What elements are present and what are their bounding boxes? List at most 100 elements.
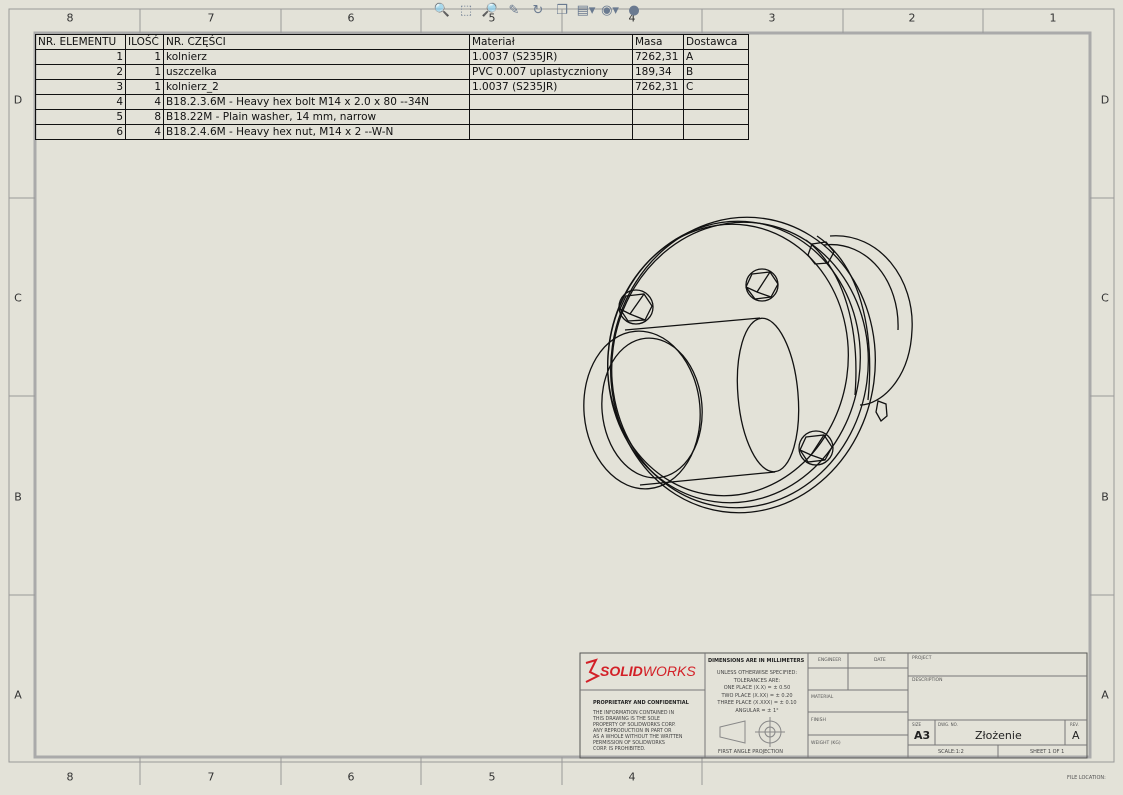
tol-line: ANGULAR = ± 1°: [735, 707, 779, 714]
zone-top-2: 2: [908, 11, 916, 25]
heads-up-view-toolbar: 🔍 ⬚ 🔎 ✎ ↻ ❐ ▤▾ ◉▾ ●: [432, 0, 644, 20]
bolt-head-3: [798, 430, 834, 466]
bom-material: 1.0037 (S235JR): [469, 79, 633, 95]
zone-right-d: D: [1100, 93, 1110, 107]
table-row: 6 4 B18.2.4.6M - Heavy hex nut, M14 x 2 …: [35, 124, 749, 140]
proprietary-text: THE INFORMATION CONTAINED IN THIS DRAWIN…: [593, 711, 682, 753]
zone-bottom-4: 4: [628, 770, 636, 784]
projection-label: FIRST ANGLE PROJECTION: [718, 749, 783, 755]
bom-header-part-no: NR. CZĘŚCI: [163, 34, 470, 50]
table-row: 4 4 B18.2.3.6M - Heavy hex bolt M14 x 2.…: [35, 94, 749, 110]
dwg-no-label: DWG. NO.: [938, 722, 958, 727]
scale-label: SCALE:1:2: [938, 749, 964, 755]
bom-material: 1.0037 (S235JR): [469, 49, 633, 65]
zone-top-6: 6: [347, 11, 355, 25]
dwg-no-value: Złożenie: [975, 729, 1022, 742]
description-label: DESCRIPTION: [912, 678, 943, 683]
zone-left-b: B: [14, 490, 22, 504]
bom-part-no: uszczelka: [163, 64, 470, 80]
sheet-label: SHEET 1 OF 1: [1030, 749, 1065, 755]
bom-qty: 4: [125, 124, 164, 140]
flange-rim-1: [805, 239, 857, 396]
zoom-in-out-icon[interactable]: 🔎: [480, 1, 500, 19]
finish-label: FINISH: [811, 718, 826, 723]
bom-part-no: B18.2.4.6M - Heavy hex nut, M14 x 2 --W-…: [163, 124, 470, 140]
bom-material: [469, 109, 633, 125]
zone-top-3: 3: [768, 11, 776, 25]
rev-value: A: [1072, 729, 1080, 742]
bom-part-no: kolnierz: [163, 49, 470, 65]
bom-qty: 4: [125, 94, 164, 110]
bom-item-no: 1: [35, 49, 126, 65]
bom-header-mass: Masa: [632, 34, 684, 50]
gasket-edge: [611, 221, 869, 509]
tolerance-block: UNLESS OTHERWISE SPECIFIED: TOLERANCES A…: [708, 670, 806, 715]
zone-bottom-5: 5: [488, 770, 496, 784]
bom-header-row: NR. ELEMENTU ILOŚĆ NR. CZĘŚCI Materiał M…: [35, 34, 749, 50]
bolt-head-2: [745, 268, 779, 302]
inner-frame: [33, 31, 1092, 759]
dims-title: DIMENSIONS ARE IN MILLIMETERS: [708, 658, 805, 664]
nut-back-2: [875, 400, 888, 423]
zone-top-1: 1: [1049, 11, 1057, 25]
zone-left-a: A: [14, 688, 22, 702]
bom-mass: 7262,31: [632, 79, 684, 95]
zone-right-b: B: [1101, 490, 1109, 504]
hub-front-face: [583, 330, 701, 490]
zone-right-c: C: [1101, 291, 1109, 305]
file-location-label: FILE LOCATION:: [1067, 775, 1106, 781]
select-icon[interactable]: ✎: [504, 1, 524, 19]
appearance-icon[interactable]: ●: [624, 1, 644, 19]
bom-mass: 189,34: [632, 64, 684, 80]
bom-header-item-no: NR. ELEMENTU: [35, 34, 126, 50]
zone-left-d: D: [13, 93, 23, 107]
bom-supplier: [683, 124, 749, 140]
bom-part-no: kolnierz_2: [163, 79, 470, 95]
assembly-isometric-view: [583, 216, 913, 514]
zone-left-c: C: [14, 291, 22, 305]
bom-item-no: 5: [35, 109, 126, 125]
bom-part-no: B18.2.3.6M - Heavy hex bolt M14 x 2.0 x …: [163, 94, 470, 110]
solidworks-logo-mark: [585, 658, 601, 683]
solidworks-logo: SOLIDWORKS: [600, 663, 696, 679]
size-label: SIZE: [912, 722, 921, 727]
bom-material: [469, 94, 633, 110]
bom-qty: 1: [125, 64, 164, 80]
bom-part-no: B18.22M - Plain washer, 14 mm, narrow: [163, 109, 470, 125]
weight-label: WEIGHT (KG): [811, 741, 841, 746]
hub-back-edge: [736, 317, 800, 473]
bom-mass: [632, 94, 684, 110]
bom-qty: 1: [125, 49, 164, 65]
zoom-to-fit-icon[interactable]: 🔍: [432, 1, 452, 19]
rotate-icon[interactable]: ↻: [528, 1, 548, 19]
logo-solid: SOLID: [600, 663, 643, 679]
tol-line: TWO PLACE (X.XX) = ± 0.20: [721, 692, 793, 699]
project-label: PROJECT: [912, 656, 932, 661]
hide-show-icon[interactable]: ◉▾: [600, 1, 620, 19]
material-label: MATERIAL: [811, 695, 834, 700]
zone-bottom-8: 8: [66, 770, 74, 784]
prop-line: CORP. IS PROHIBITED.: [593, 747, 646, 752]
bom-material: PVC 0.007 uplastyczniony: [469, 64, 633, 80]
zone-top-8: 8: [66, 11, 74, 25]
tol-line: ONE PLACE (X.X) = ± 0.50: [723, 685, 791, 691]
table-row: 1 1 kolnierz 1.0037 (S235JR) 7262,31 A: [35, 49, 749, 65]
zoom-to-area-icon[interactable]: ⬚: [456, 1, 476, 19]
bom-qty: 1: [125, 79, 164, 95]
zone-bottom-6: 6: [347, 770, 355, 784]
bill-of-materials-table: NR. ELEMENTU ILOŚĆ NR. CZĘŚCI Materiał M…: [35, 34, 749, 140]
table-row: 2 1 uszczelka PVC 0.007 uplastyczniony 1…: [35, 64, 749, 80]
table-row: 3 1 kolnierz_2 1.0037 (S235JR) 7262,31 C: [35, 79, 749, 95]
rev-label: REV.: [1070, 722, 1079, 727]
view-orientation-icon[interactable]: ❐: [552, 1, 572, 19]
bom-mass: [632, 109, 684, 125]
logo-works: WORKS: [642, 663, 696, 679]
proprietary-heading: PROPRIETARY AND CONFIDENTIAL: [593, 700, 689, 706]
display-style-icon[interactable]: ▤▾: [576, 1, 596, 19]
bom-header-qty: ILOŚĆ: [125, 34, 164, 50]
bom-supplier: B: [683, 64, 749, 80]
size-value: A3: [914, 729, 931, 742]
bom-mass: 7262,31: [632, 49, 684, 65]
bom-item-no: 2: [35, 64, 126, 80]
tol-line: TOLERANCES ARE:: [733, 677, 781, 684]
